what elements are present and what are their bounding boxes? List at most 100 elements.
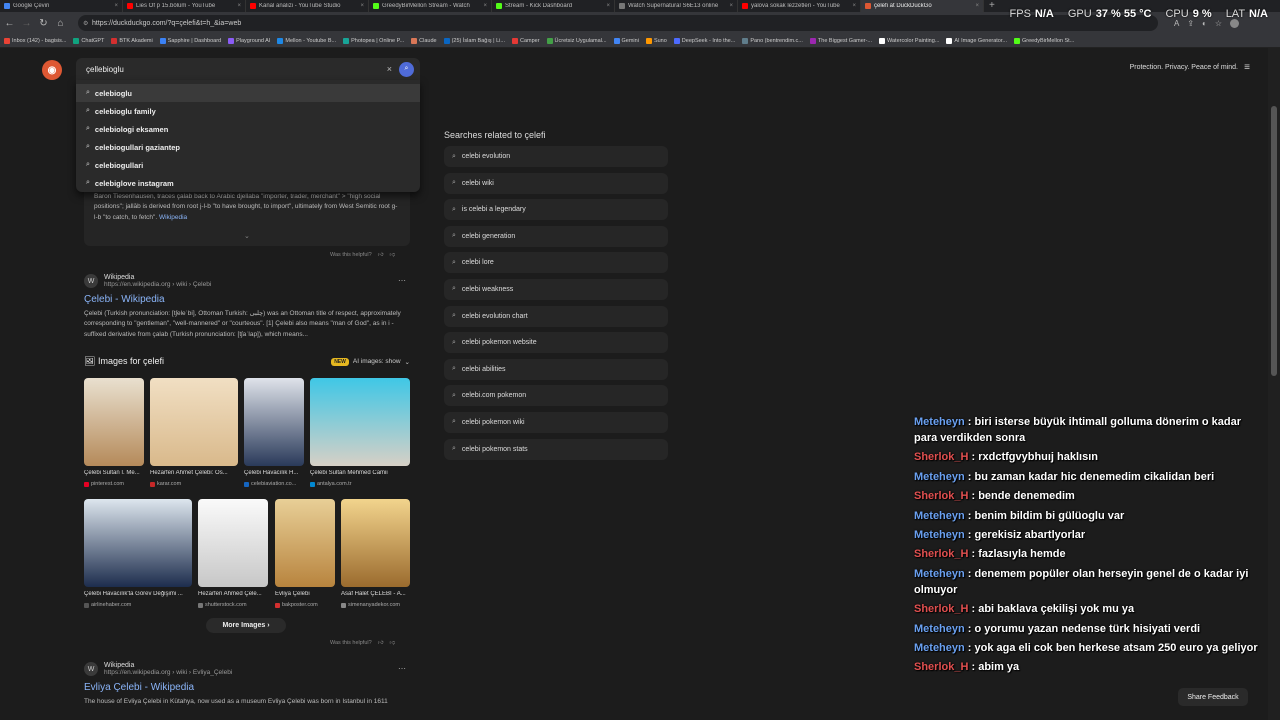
image-caption[interactable]: Çelebi Havacılık'ta Görev Değişimi ... xyxy=(84,591,192,597)
bookmark-item[interactable]: Inbox (142) - bagisis... xyxy=(4,37,66,44)
browser-tab[interactable]: Lies Of p 15.bölüm - YouTube × xyxy=(123,0,246,12)
bookmark-item[interactable]: DeepSeek - Into the... xyxy=(673,37,735,44)
bookmark-item[interactable]: GreedyBirMellon St... xyxy=(1013,37,1074,44)
browser-tab[interactable]: Stream - Kick Dashboard × xyxy=(492,0,615,12)
image-caption[interactable]: Hezarfen Ahmet Çelebi: Os... xyxy=(150,470,238,476)
bookmark-item[interactable]: Sapphire | Dashboard xyxy=(159,37,221,44)
back-icon[interactable]: ← xyxy=(4,18,15,29)
duckduckgo-logo[interactable]: ◉ xyxy=(42,60,62,80)
bookmark-item[interactable]: Photopea | Online P... xyxy=(343,37,404,44)
tab-close-icon[interactable]: × xyxy=(237,3,241,9)
browser-tab[interactable]: Google Çeviri × xyxy=(0,0,123,12)
url-input[interactable]: ⚙ https://duckduckgo.com/?q=çelefi&t=h_&… xyxy=(78,15,1158,31)
reload-icon[interactable]: ↻ xyxy=(38,18,49,29)
browser-tab[interactable]: GreedyBirMellon Stream - Watch × xyxy=(369,0,492,12)
browser-tab[interactable]: çelefi at DuckDuckGo × xyxy=(861,0,984,12)
image-thumbnail[interactable] xyxy=(84,378,144,466)
result-title[interactable]: Çelebi - Wikipedia xyxy=(84,294,414,305)
bookmark-item[interactable]: Watercolor Painting... xyxy=(879,37,939,44)
related-search-item[interactable]: ⌕ celebi lore xyxy=(444,252,668,274)
bookmark-item[interactable]: Claude xyxy=(411,37,437,44)
related-search-item[interactable]: ⌕ is celebi a legendary xyxy=(444,199,668,221)
autocomplete-suggestion[interactable]: ⌕ celebioglu family xyxy=(76,102,420,120)
image-thumbnail[interactable] xyxy=(84,499,192,587)
bookmark-item[interactable]: Ücretsiz Uygulamal... xyxy=(546,37,607,44)
browser-tab[interactable]: Watch Supernatural S6E13 online × xyxy=(615,0,738,12)
tab-close-icon[interactable]: × xyxy=(975,3,979,9)
bookmark-item[interactable]: AI Image Generator... xyxy=(946,37,1007,44)
related-search-item[interactable]: ⌕ celebi weakness xyxy=(444,278,668,300)
tab-close-icon[interactable]: × xyxy=(483,3,487,9)
related-search-item[interactable]: ⌕ celebi abilities xyxy=(444,358,668,380)
more-options-icon[interactable]: ⋯ xyxy=(398,276,406,285)
browser-tab[interactable]: Kanal analizi - YouTube Studio × xyxy=(246,0,369,12)
related-search-item[interactable]: ⌕ celebi evolution xyxy=(444,146,668,167)
image-caption[interactable]: Hezarfen Ahmed Çele... xyxy=(198,591,268,597)
result-url[interactable]: https://en.wikipedia.org › wiki › Çelebi xyxy=(104,281,211,288)
related-search-item[interactable]: ⌕ celebi evolution chart xyxy=(444,305,668,327)
bookmark-item[interactable]: Mellon - Youtube B... xyxy=(277,37,336,44)
image-thumbnail[interactable] xyxy=(244,378,304,466)
tab-close-icon[interactable]: × xyxy=(606,3,610,9)
autocomplete-suggestion[interactable]: ⌕ celebiologi eksamen xyxy=(76,120,420,138)
image-thumbnail[interactable] xyxy=(275,499,335,587)
thumbs-up-icon[interactable]: 👍︎ xyxy=(378,640,384,646)
bookmark-item[interactable]: ChatGPT xyxy=(73,37,104,44)
bookmark-item[interactable]: The Biggest Gamer-... xyxy=(809,37,873,44)
browser-tab[interactable]: yalova sokak lezzetleri - YouTube × xyxy=(738,0,861,12)
bookmark-label: The Biggest Gamer-... xyxy=(817,37,873,44)
clear-search-icon[interactable]: × xyxy=(387,64,392,74)
scrollbar-thumb[interactable] xyxy=(1271,106,1277,376)
autocomplete-suggestion[interactable]: ⌕ celebiglove instagram xyxy=(76,174,420,192)
bookmark-item[interactable]: BTK Akademi xyxy=(111,37,153,44)
related-search-item[interactable]: ⌕ celebi pokemon wiki xyxy=(444,411,668,433)
autocomplete-suggestion[interactable]: ⌕ celebioglu xyxy=(76,84,420,102)
search-input[interactable]: çellebioglu × ⌕ xyxy=(76,58,420,80)
tab-close-icon[interactable]: × xyxy=(360,3,364,9)
forward-icon[interactable]: → xyxy=(21,18,32,29)
image-caption[interactable]: Evliya Çelebi xyxy=(275,591,335,597)
home-icon[interactable]: ⌂ xyxy=(55,18,66,29)
tab-close-icon[interactable]: × xyxy=(729,3,733,9)
bookmark-item[interactable]: Playground AI xyxy=(228,37,270,44)
related-search-item[interactable]: ⌕ celebi generation xyxy=(444,225,668,247)
image-caption[interactable]: Çelebi Sultan I. Me... xyxy=(84,470,144,476)
thumbs-up-icon[interactable]: 👍︎ xyxy=(378,252,384,258)
related-search-item[interactable]: ⌕ celebi wiki xyxy=(444,172,668,194)
ai-images-toggle[interactable]: NEW AI images: show ⌄ xyxy=(331,357,410,366)
bookmark-item[interactable]: Suno xyxy=(645,37,667,44)
image-caption[interactable]: Çelebi Havacılık H... xyxy=(244,470,304,476)
bookmark-item[interactable]: Pano (bentrendim.c... xyxy=(742,37,803,44)
tab-close-icon[interactable]: × xyxy=(114,3,118,9)
tab-favicon-icon xyxy=(619,3,625,9)
autocomplete-suggestion[interactable]: ⌕ celebiogullari gaziantep xyxy=(76,138,420,156)
search-submit-icon[interactable]: ⌕ xyxy=(399,61,414,77)
new-tab-button[interactable]: + xyxy=(984,0,1000,12)
related-search-item[interactable]: ⌕ celebi pokemon stats xyxy=(444,438,668,460)
tab-close-icon[interactable]: × xyxy=(852,3,856,9)
autocomplete-suggestion[interactable]: ⌕ celebiogullari xyxy=(76,156,420,174)
result-url[interactable]: https://en.wikipedia.org › wiki › Evliya… xyxy=(104,669,232,676)
site-info-icon[interactable]: ⚙ xyxy=(83,20,88,27)
page-scrollbar[interactable] xyxy=(1268,48,1280,720)
image-thumbnail[interactable] xyxy=(198,499,268,587)
image-thumbnail[interactable] xyxy=(150,378,238,466)
more-options-icon[interactable]: ⋯ xyxy=(398,664,406,673)
thumbs-down-icon[interactable]: 👎︎ xyxy=(389,252,395,258)
image-caption[interactable]: Çelebi Sultan Mehmed Camii xyxy=(310,470,410,476)
related-search-item[interactable]: ⌕ celebi pokemon website xyxy=(444,332,668,354)
thumbs-down-icon[interactable]: 👎︎ xyxy=(389,640,395,646)
related-search-item[interactable]: ⌕ celebi.com pokemon xyxy=(444,385,668,407)
result-title[interactable]: Evliya Çelebi - Wikipedia xyxy=(84,682,414,693)
image-thumbnail[interactable] xyxy=(310,378,410,466)
image-caption[interactable]: Asaf Halet ÇELEBİ - A... xyxy=(341,591,410,597)
bookmark-item[interactable]: Camper xyxy=(511,37,540,44)
bookmark-item[interactable]: Gemini xyxy=(613,37,639,44)
expand-chevron-icon[interactable]: ⌄ xyxy=(244,231,250,242)
menu-icon[interactable]: ≡ xyxy=(1244,62,1250,73)
share-feedback-button[interactable]: Share Feedback xyxy=(1178,688,1248,706)
more-images-button[interactable]: More Images › xyxy=(206,618,286,633)
image-thumbnail[interactable] xyxy=(341,499,410,587)
bookmark-item[interactable]: (25) İslam Bağış | Li... xyxy=(443,37,505,44)
about-wikipedia-link[interactable]: Wikipedia xyxy=(159,214,187,221)
